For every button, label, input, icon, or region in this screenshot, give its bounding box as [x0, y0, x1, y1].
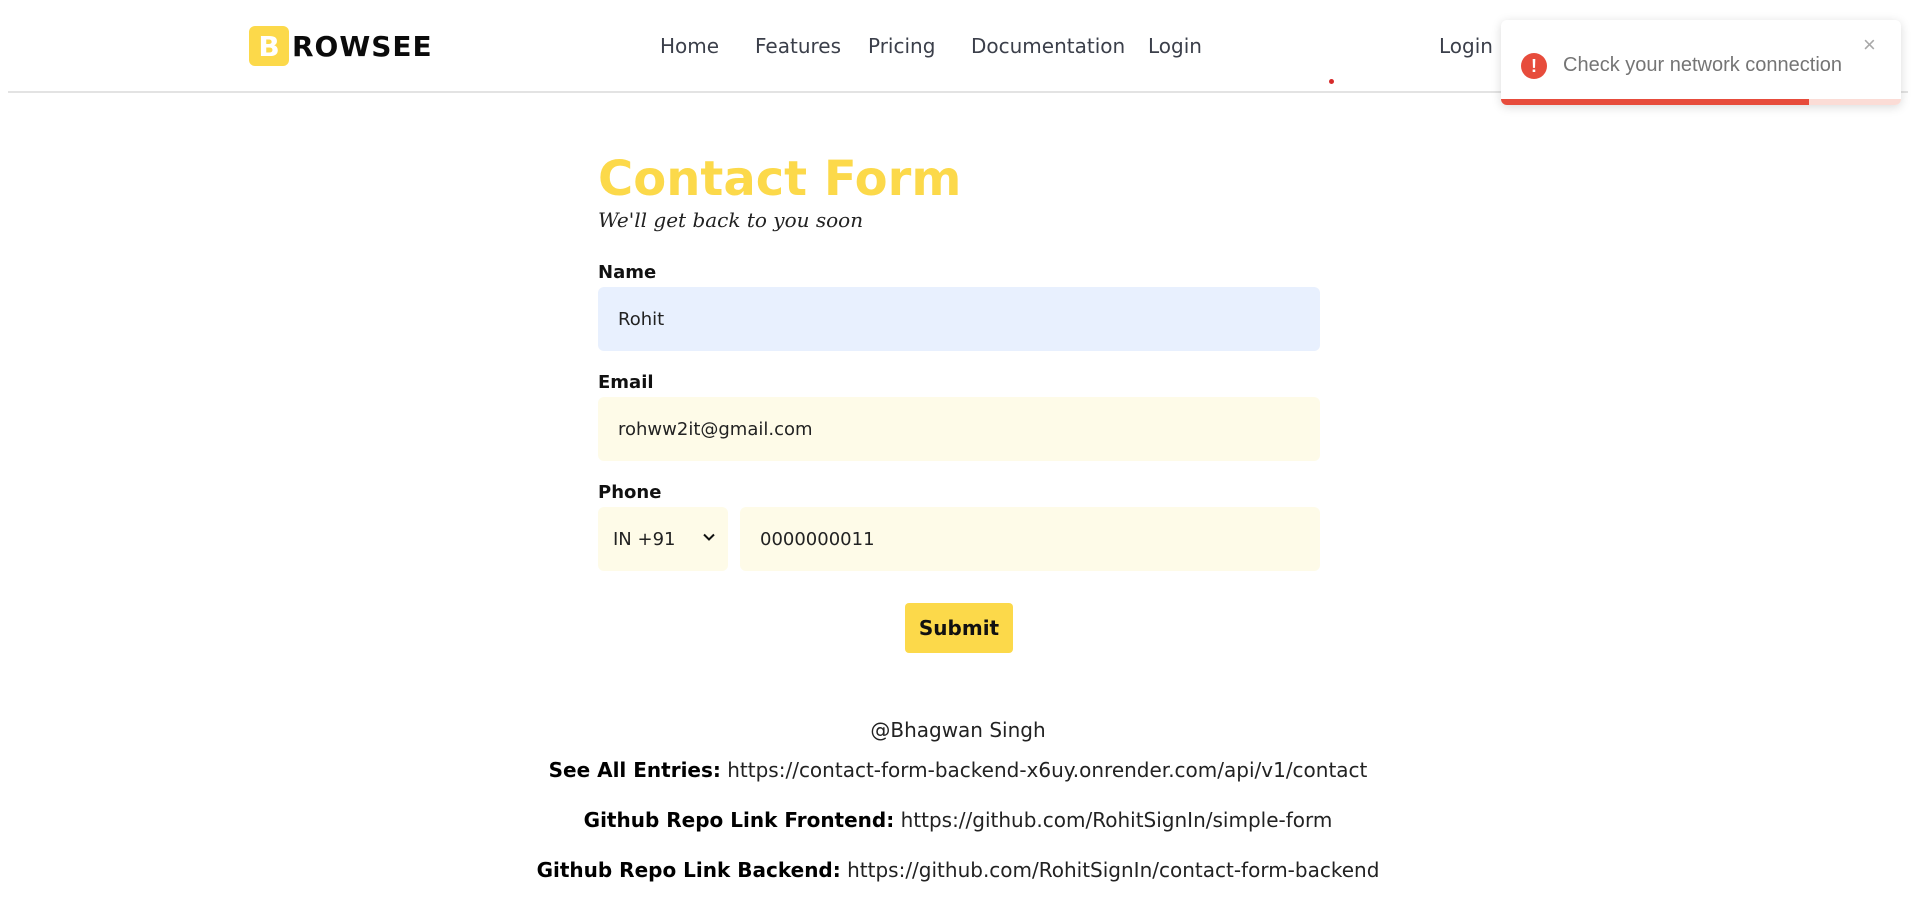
- close-icon[interactable]: ×: [1863, 32, 1876, 58]
- entries-link[interactable]: https://contact-form-backend-x6uy.onrend…: [727, 758, 1367, 782]
- email-label: Email: [598, 372, 654, 393]
- submit-button[interactable]: Submit: [905, 603, 1013, 653]
- toast-progress-bar: [1501, 99, 1809, 105]
- header-login-link[interactable]: Login: [1439, 34, 1493, 58]
- loading-dot: [1329, 79, 1334, 84]
- country-code-select[interactable]: IN +91: [598, 507, 728, 571]
- email-field[interactable]: [598, 397, 1320, 461]
- author-credit: @Bhagwan Singh: [870, 718, 1046, 742]
- frontend-repo-line: Github Repo Link Frontend: https://githu…: [0, 808, 1916, 832]
- chevron-down-icon: [702, 529, 716, 548]
- page-subtitle: We'll get back to you soon: [598, 208, 864, 232]
- frontend-repo-label: Github Repo Link Frontend:: [583, 808, 895, 832]
- nav-features[interactable]: Features: [755, 34, 841, 58]
- nav-home[interactable]: Home: [660, 34, 719, 58]
- backend-repo-line: Github Repo Link Backend: https://github…: [0, 858, 1916, 882]
- entries-line: See All Entries: https://contact-form-ba…: [0, 758, 1916, 782]
- error-icon: !: [1521, 53, 1547, 79]
- name-label: Name: [598, 262, 657, 283]
- phone-field[interactable]: [740, 507, 1320, 571]
- frontend-repo-link[interactable]: https://github.com/RohitSignIn/simple-fo…: [901, 808, 1333, 832]
- name-field[interactable]: [598, 287, 1320, 351]
- nav-pricing[interactable]: Pricing: [868, 34, 935, 58]
- contact-form: Contact Form We'll get back to you soon …: [598, 150, 1320, 653]
- entries-label: See All Entries:: [548, 758, 721, 782]
- nav-login[interactable]: Login: [1148, 34, 1202, 58]
- page-title: Contact Form: [598, 151, 962, 207]
- error-toast: ! Check your network connection ×: [1501, 20, 1901, 105]
- country-code-value: IN +91: [613, 528, 676, 550]
- backend-repo-label: Github Repo Link Backend:: [536, 858, 841, 882]
- toast-message: Check your network connection: [1563, 54, 1843, 76]
- phone-label: Phone: [598, 482, 662, 503]
- backend-repo-link[interactable]: https://github.com/RohitSignIn/contact-f…: [847, 858, 1379, 882]
- nav-documentation[interactable]: Documentation: [971, 34, 1125, 58]
